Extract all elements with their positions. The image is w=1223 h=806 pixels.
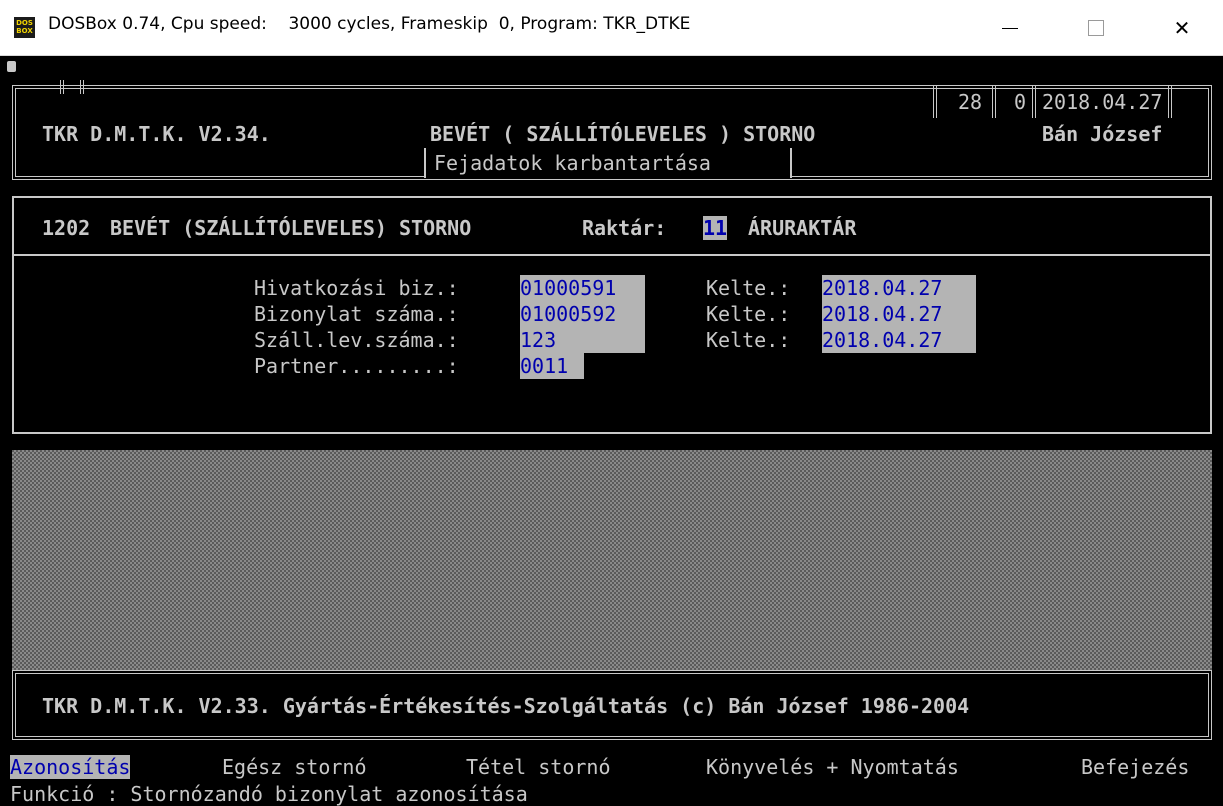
delivery-note-field[interactable]: 123 bbox=[520, 327, 645, 353]
minimize-icon bbox=[1002, 27, 1018, 29]
window-title: DOSBox 0.74, Cpu speed: 3000 cycles, Fra… bbox=[48, 14, 691, 34]
warehouse-label: Raktár: bbox=[582, 216, 667, 240]
close-icon: ✕ bbox=[1173, 16, 1191, 40]
menu-item-azonositas[interactable]: Azonosítás bbox=[10, 755, 131, 779]
menu-item-befejezes[interactable]: Befejezés bbox=[1081, 755, 1189, 779]
status-divider bbox=[992, 86, 996, 118]
app-version: TKR D.M.T.K. V2.34. bbox=[42, 122, 271, 146]
partner-label: Partner.........: bbox=[254, 354, 459, 378]
partner-field[interactable]: 0011 bbox=[520, 353, 584, 379]
doc-number-field[interactable]: 01000592 bbox=[520, 301, 645, 327]
delivery-date-field[interactable]: 2018.04.27 bbox=[822, 327, 976, 353]
menu-item-tetel-storno[interactable]: Tétel stornó bbox=[466, 755, 611, 779]
maximize-button[interactable] bbox=[1073, 0, 1119, 56]
delivery-date-label: Kelte.: bbox=[706, 328, 791, 352]
status-divider bbox=[1032, 86, 1036, 118]
system-menu-icon bbox=[7, 61, 16, 72]
warehouse-name: ÁRURAKTÁR bbox=[748, 216, 857, 240]
counter-1: 28 bbox=[958, 90, 983, 114]
background-pattern bbox=[12, 450, 1212, 670]
menu-item-konyveles-nyomtatas[interactable]: Könyvelés + Nyomtatás bbox=[706, 755, 959, 779]
status-line: Funkció : Stornózandó bizonylat azonosít… bbox=[10, 782, 528, 806]
header-divider bbox=[60, 80, 64, 94]
ref-doc-field[interactable]: 01000591 bbox=[520, 275, 645, 301]
window-titlebar: DOS BOX DOSBox 0.74, Cpu speed: 3000 cyc… bbox=[0, 0, 1223, 56]
ref-doc-label: Hivatkozási biz.: bbox=[254, 276, 459, 300]
ref-date-field[interactable]: 2018.04.27 bbox=[822, 275, 976, 301]
doc-date-label: Kelte.: bbox=[706, 302, 791, 326]
dosbox-icon[interactable]: DOS BOX bbox=[14, 17, 35, 38]
doc-date-field[interactable]: 2018.04.27 bbox=[822, 301, 976, 327]
module-title: BEVÉT ( SZÁLLÍTÓLEVELES ) STORNO bbox=[430, 122, 816, 146]
delivery-note-label: Száll.lev.száma.: bbox=[254, 328, 459, 352]
menu-item-egesz-storno[interactable]: Egész stornó bbox=[222, 755, 367, 779]
status-divider bbox=[933, 86, 937, 118]
doc-code: 1202 bbox=[42, 216, 91, 240]
doc-type: BEVÉT (SZÁLLÍTÓLEVELES) STORNO bbox=[110, 216, 472, 240]
header-divider bbox=[80, 80, 84, 94]
doc-number-label: Bizonylat száma.: bbox=[254, 302, 459, 326]
counter-2: 0 bbox=[1014, 90, 1027, 114]
subtitle: Fejadatok karbantartása bbox=[434, 151, 711, 175]
warehouse-code-field[interactable]: 11 bbox=[703, 216, 728, 240]
close-button[interactable]: ✕ bbox=[1159, 0, 1205, 56]
user-name: Bán József bbox=[1042, 122, 1163, 146]
dos-screen[interactable]: TKR D.M.T.K. V2.34. BEVÉT ( SZÁLLÍTÓLEVE… bbox=[0, 56, 1223, 806]
subtitle-tab: Fejadatok karbantartása bbox=[424, 148, 792, 178]
ref-date-label: Kelte.: bbox=[706, 276, 791, 300]
header-date: 2018.04.27 bbox=[1042, 90, 1163, 114]
maximize-icon bbox=[1088, 20, 1104, 36]
form-divider bbox=[12, 254, 1212, 256]
minimize-button[interactable] bbox=[987, 0, 1033, 56]
copyright-text: TKR D.M.T.K. V2.33. Gyártás-Értékesítés-… bbox=[42, 694, 970, 718]
status-divider bbox=[1168, 86, 1172, 118]
